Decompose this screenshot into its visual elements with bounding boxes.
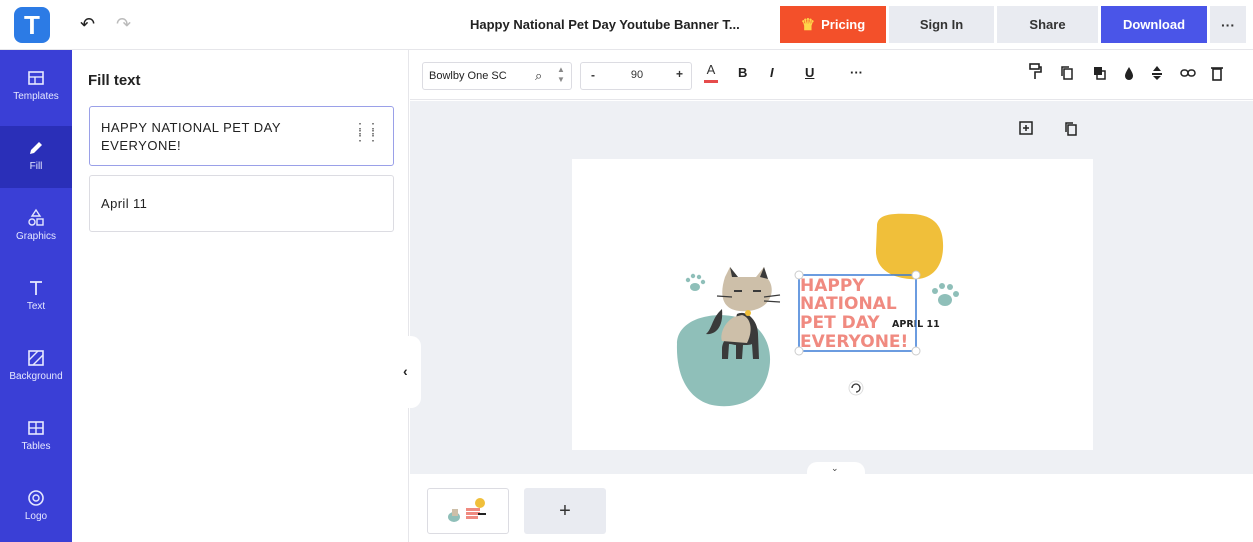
text-field-date-value[interactable]: April 11 xyxy=(101,196,147,211)
rotate-handle-icon[interactable] xyxy=(848,380,864,396)
text-field-date[interactable]: April 11 xyxy=(89,175,394,232)
document-title[interactable]: Happy National Pet Day Youtube Banner T.… xyxy=(470,17,740,32)
download-button[interactable]: Download xyxy=(1101,6,1207,43)
text-field-headline-value[interactable]: HAPPY NATIONAL PET DAY EVERYONE! xyxy=(101,119,341,155)
paw-icon xyxy=(685,273,706,291)
sign-in-button[interactable]: Sign In xyxy=(889,6,994,43)
sidebar-item-background[interactable]: Background xyxy=(0,336,72,398)
text-toolbar: Bowlby One SC ⌕ ▲ ▼ - 90 + A B I U ··· xyxy=(410,50,1253,100)
pricing-label: Pricing xyxy=(821,17,866,32)
shapes-icon xyxy=(28,208,44,226)
underline-button[interactable]: U xyxy=(805,65,814,80)
opacity-icon[interactable] xyxy=(1122,65,1136,81)
undo-icon[interactable]: ↶ xyxy=(80,14,95,35)
layers-icon[interactable] xyxy=(1092,65,1106,81)
page-thumbnail-preview xyxy=(448,498,486,522)
font-family-value: Bowlby One SC xyxy=(429,70,507,82)
page-thumbnail[interactable] xyxy=(427,488,509,534)
increase-size-button[interactable]: + xyxy=(676,67,683,81)
text-icon xyxy=(30,281,42,295)
sidebar-label-logo: Logo xyxy=(24,511,48,522)
share-button[interactable]: Share xyxy=(997,6,1098,43)
sidebar-item-templates[interactable]: Templates xyxy=(0,56,72,118)
paint-roller-icon[interactable] xyxy=(1028,62,1042,82)
sun-shape xyxy=(875,213,944,280)
text-color-icon[interactable]: A xyxy=(704,62,718,77)
more-text-options-button[interactable]: ··· xyxy=(850,65,863,80)
search-icon[interactable]: ⌕ xyxy=(535,68,542,84)
text-field-headline[interactable]: HAPPY NATIONAL PET DAY EVERYONE! ⋮⋮ ⋮⋮ xyxy=(89,106,394,166)
sidebar-item-graphics[interactable]: Graphics xyxy=(0,196,72,258)
table-icon xyxy=(28,421,44,435)
sidebar-item-tables[interactable]: Tables xyxy=(0,406,72,468)
text-color-swatch xyxy=(704,80,718,83)
sidebar-label-templates: Templates xyxy=(13,91,59,102)
add-page-icon[interactable] xyxy=(1019,121,1033,135)
sidebar-label-text: Text xyxy=(26,301,46,312)
sidebar-label-fill: Fill xyxy=(29,161,43,172)
sidebar-item-fill[interactable]: Fill xyxy=(0,126,72,188)
top-bar: T ↶ ↷ Happy National Pet Day Youtube Ban… xyxy=(0,0,1253,50)
templates-icon xyxy=(28,71,44,85)
drag-handle-icon[interactable]: ⋮⋮ ⋮⋮ xyxy=(353,121,380,142)
headline-line-4: EVERYONE! xyxy=(800,332,908,352)
crown-icon: ♛ xyxy=(800,16,816,34)
headline-text[interactable]: HAPPY NATIONAL PET DAY EVERYONE! xyxy=(800,276,908,352)
headline-line-3: PET DAY xyxy=(800,313,880,333)
chevron-down-icon[interactable]: ⌄ xyxy=(831,463,839,474)
panel-title: Fill text xyxy=(88,72,141,89)
design-artboard[interactable]: HAPPY NATIONAL PET DAY EVERYONE! APRIL 1… xyxy=(572,159,1093,450)
sidebar-item-logo[interactable]: Logo xyxy=(0,476,72,538)
sidebar: Templates Fill Graphics Text Background … xyxy=(0,50,72,542)
sidebar-label-background: Background xyxy=(9,371,63,382)
sidebar-label-tables: Tables xyxy=(21,441,51,452)
font-size-stepper[interactable]: - 90 + xyxy=(580,62,692,90)
background-icon xyxy=(28,350,44,366)
trash-icon[interactable] xyxy=(1210,65,1224,81)
add-page-button[interactable]: + xyxy=(524,488,606,534)
duplicate-icon[interactable] xyxy=(1060,65,1074,81)
paw-icon xyxy=(932,283,959,306)
duplicate-page-icon[interactable] xyxy=(1064,121,1078,137)
align-icon[interactable] xyxy=(1150,65,1164,81)
more-options-button[interactable]: ··· xyxy=(1210,6,1246,43)
spinner-icon[interactable]: ▲ ▼ xyxy=(557,65,565,85)
sidebar-item-text[interactable]: Text xyxy=(0,266,72,328)
redo-icon[interactable]: ↷ xyxy=(116,14,131,35)
headline-line-2: NATIONAL xyxy=(800,294,897,314)
app-logo[interactable]: T xyxy=(14,7,50,43)
bold-button[interactable]: B xyxy=(738,65,747,80)
pencil-icon xyxy=(30,142,42,154)
pricing-button[interactable]: ♛ Pricing xyxy=(780,6,886,43)
link-icon[interactable] xyxy=(1180,65,1196,81)
banner-design: HAPPY NATIONAL PET DAY EVERYONE! APRIL 1… xyxy=(676,213,959,407)
fill-text-panel: Fill text HAPPY NATIONAL PET DAY EVERYON… xyxy=(72,50,409,542)
italic-button[interactable]: I xyxy=(770,65,774,80)
font-family-select[interactable]: Bowlby One SC ⌕ ▲ ▼ xyxy=(422,62,572,90)
logo-icon xyxy=(28,490,44,506)
chevron-left-icon[interactable]: ‹ xyxy=(403,363,408,379)
headline-line-1: HAPPY xyxy=(800,276,865,296)
sidebar-label-graphics: Graphics xyxy=(15,231,56,242)
